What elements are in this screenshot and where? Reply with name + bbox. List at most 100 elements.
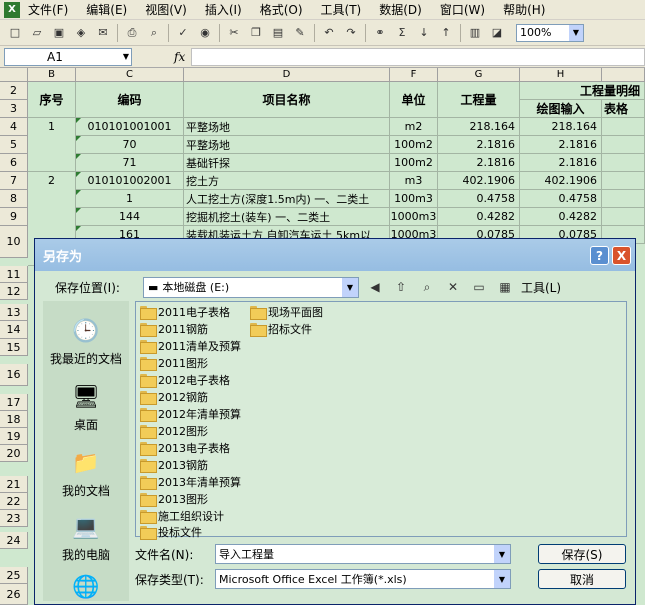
cell-code[interactable]: 010101001001 — [76, 118, 184, 136]
new-icon[interactable]: □ — [6, 24, 24, 42]
cell-code[interactable]: 70 — [76, 136, 184, 154]
folder-item[interactable]: 2013图形 — [140, 491, 208, 507]
cut-icon[interactable]: ✂ — [225, 24, 243, 42]
cell-drawing[interactable]: 218.164 — [520, 118, 602, 136]
place-my-computer[interactable]: 💻 我的电脑 — [43, 511, 129, 563]
formula-input[interactable] — [191, 47, 645, 66]
back-icon[interactable]: ◀ — [365, 277, 385, 297]
email-icon[interactable]: ✉ — [94, 24, 112, 42]
cell-name[interactable]: 挖土方 — [184, 172, 390, 190]
column-header[interactable]: C — [76, 68, 184, 82]
folder-item[interactable]: 投标文件 — [140, 524, 202, 540]
column-header[interactable]: G — [438, 68, 520, 82]
chevron-down-icon[interactable]: ▼ — [494, 545, 510, 563]
cell-name[interactable]: 人工挖土方(深度1.5m内) 一、二类土 — [184, 190, 390, 208]
cell-table[interactable] — [602, 154, 645, 172]
sort-ascending-icon[interactable]: ↓ — [415, 24, 433, 42]
cell-unit[interactable]: 100m2 — [390, 136, 438, 154]
header-unit[interactable]: 单位 — [390, 82, 438, 118]
spelling-icon[interactable]: ✓ — [174, 24, 192, 42]
cell-name[interactable]: 平整场地 — [184, 136, 390, 154]
folder-item[interactable]: 2012年清单预算 — [140, 406, 241, 422]
row-header[interactable]: 20 — [0, 445, 28, 462]
cell-drawing[interactable]: 2.1816 — [520, 154, 602, 172]
sort-descending-icon[interactable]: ↑ — [437, 24, 455, 42]
row-header[interactable]: 19 — [0, 428, 28, 445]
cell-drawing[interactable]: 2.1816 — [520, 136, 602, 154]
select-all-corner[interactable] — [0, 68, 28, 82]
chevron-down-icon[interactable]: ▼ — [123, 49, 129, 65]
copy-icon[interactable]: ❐ — [247, 24, 265, 42]
close-button[interactable]: X — [612, 246, 631, 265]
place-recent[interactable]: 🕒 我最近的文档 — [43, 315, 129, 367]
folder-item[interactable]: 2012钢筋 — [140, 389, 208, 405]
help-button[interactable]: ? — [590, 246, 609, 265]
cell-qty[interactable]: 0.4758 — [438, 190, 520, 208]
cell-qty[interactable]: 2.1816 — [438, 136, 520, 154]
cell-qty[interactable]: 218.164 — [438, 118, 520, 136]
row-header[interactable]: 10 — [0, 226, 28, 258]
menu-view[interactable]: 视图(V) — [136, 0, 196, 20]
function-icon[interactable]: fx — [174, 50, 185, 64]
row-header[interactable]: 22 — [0, 493, 28, 510]
row-header[interactable]: 8 — [0, 190, 28, 208]
header-table-input[interactable]: 表格 — [602, 100, 645, 118]
cell-table[interactable] — [602, 190, 645, 208]
folder-item[interactable]: 2013钢筋 — [140, 457, 208, 473]
column-header[interactable]: B — [28, 68, 76, 82]
folder-item[interactable]: 2013电子表格 — [140, 440, 230, 456]
file-list[interactable]: 2011电子表格 2011钢筋 2011清单及预算 2011图形 2012电子表… — [135, 301, 627, 540]
cell-qty[interactable]: 402.1906 — [438, 172, 520, 190]
excel-app-icon[interactable]: X — [4, 1, 20, 18]
up-folder-icon[interactable]: ⇧ — [391, 277, 411, 297]
views-icon[interactable]: ▦ — [495, 277, 515, 297]
column-header[interactable]: F — [390, 68, 438, 82]
header-detail[interactable]: 工程量明细 — [520, 82, 645, 100]
cell-code[interactable]: 1 — [76, 190, 184, 208]
chevron-down-icon[interactable]: ▼ — [569, 24, 583, 41]
drawing-icon[interactable]: ◪ — [488, 24, 506, 42]
search-web-icon[interactable]: ⌕ — [417, 277, 437, 297]
open-icon[interactable]: ▱ — [28, 24, 46, 42]
row-header[interactable]: 5 — [0, 136, 28, 154]
folder-item[interactable]: 2011钢筋 — [140, 321, 208, 337]
menu-format[interactable]: 格式(O) — [251, 0, 312, 20]
header-seq[interactable]: 序号 — [28, 82, 76, 118]
place-desktop[interactable]: 🖥 桌面 — [43, 381, 129, 433]
row-header[interactable]: 9 — [0, 208, 28, 226]
header-name[interactable]: 项目名称 — [184, 82, 390, 118]
cell-qty[interactable]: 2.1816 — [438, 154, 520, 172]
permission-icon[interactable]: ◈ — [72, 24, 90, 42]
row-header[interactable]: 15 — [0, 339, 28, 356]
menu-file[interactable]: 文件(F) — [26, 0, 77, 20]
row-header[interactable]: 13 — [0, 304, 28, 321]
row-header[interactable]: 23 — [0, 510, 28, 527]
cell-table[interactable] — [602, 118, 645, 136]
cell-qty[interactable]: 0.4282 — [438, 208, 520, 226]
zoom-select[interactable]: 100% ▼ — [516, 23, 584, 42]
cell-unit[interactable]: m2 — [390, 118, 438, 136]
menu-help[interactable]: 帮助(H) — [494, 0, 554, 20]
new-folder-icon[interactable]: ▭ — [469, 277, 489, 297]
save-button[interactable]: 保存(S) — [538, 544, 626, 564]
print-preview-icon[interactable]: ⌕ — [145, 24, 163, 42]
row-header[interactable]: 16 — [0, 364, 28, 386]
cell-unit[interactable]: m3 — [390, 172, 438, 190]
column-header[interactable]: H — [520, 68, 602, 82]
autosum-icon[interactable]: Σ — [393, 24, 411, 42]
hyperlink-icon[interactable]: ⚭ — [371, 24, 389, 42]
redo-icon[interactable]: ↷ — [342, 24, 360, 42]
save-icon[interactable]: ▣ — [50, 24, 68, 42]
cell-name[interactable]: 基础钎探 — [184, 154, 390, 172]
cell-drawing[interactable]: 402.1906 — [520, 172, 602, 190]
header-qty[interactable]: 工程量 — [438, 82, 520, 118]
chevron-down-icon[interactable]: ▼ — [494, 570, 510, 588]
dialog-title-bar[interactable]: 另存为 ? X — [35, 239, 635, 271]
row-header[interactable]: 21 — [0, 476, 28, 493]
cell-drawing[interactable]: 0.4282 — [520, 208, 602, 226]
cell-drawing[interactable]: 0.4758 — [520, 190, 602, 208]
menu-edit[interactable]: 编辑(E) — [77, 0, 136, 20]
row-header[interactable]: 14 — [0, 321, 28, 339]
chart-wizard-icon[interactable]: ▥ — [466, 24, 484, 42]
cell-name[interactable]: 挖掘机挖土(装车) 一、二类土 — [184, 208, 390, 226]
